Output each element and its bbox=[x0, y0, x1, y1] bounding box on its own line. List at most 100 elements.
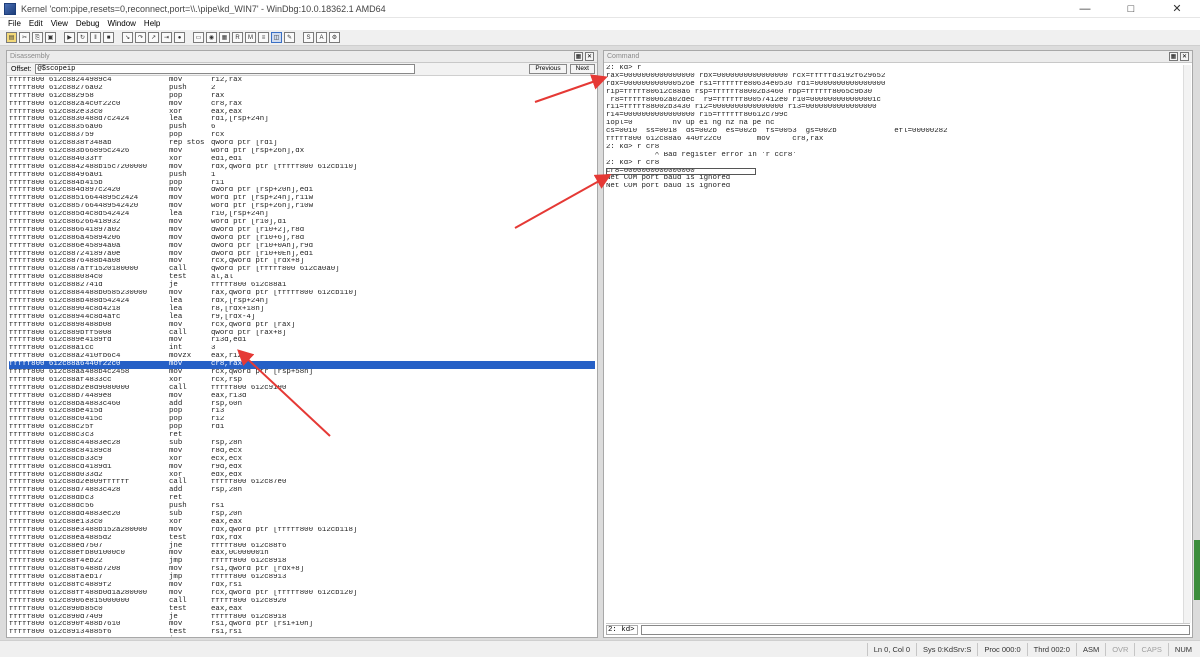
previous-button[interactable]: Previous bbox=[529, 64, 567, 74]
command-window-icon[interactable]: ▭ bbox=[193, 32, 204, 43]
disassembly-row[interactable]: fffff800`612c890d 7409 je fffff800`612c8918 bbox=[9, 613, 595, 622]
breakpoint-icon[interactable]: ● bbox=[174, 32, 185, 43]
disassembly-row[interactable]: fffff800`612c8840 33ff xor edi,edi bbox=[9, 155, 595, 164]
disassembly-row[interactable]: fffff800`612c88b2 e8d9080000 call fffff800`… bbox=[9, 384, 595, 393]
disassembly-row[interactable]: fffff800`612c88af 4833cc xor rcx,rsp bbox=[9, 376, 595, 385]
disassembly-row[interactable]: fffff800`612c8829 58 pop rax bbox=[9, 92, 595, 101]
step-out-icon[interactable]: ↗ bbox=[148, 32, 159, 43]
step-into-icon[interactable]: ↘ bbox=[122, 32, 133, 43]
disassembly-row[interactable]: fffff800`612c8906 e815000000 call fffff800`… bbox=[9, 597, 595, 606]
pane-close-icon[interactable]: ✕ bbox=[1180, 52, 1189, 61]
scratch-pad-icon[interactable]: ✎ bbox=[284, 32, 295, 43]
disassembly-row[interactable]: fffff800`612c886a 45894206 mov dword ptr [r… bbox=[9, 234, 595, 243]
menu-view[interactable]: View bbox=[47, 18, 72, 30]
step-over-icon[interactable]: ↷ bbox=[135, 32, 146, 43]
disassembly-row[interactable]: fffff800`612c8827 6a02 push 2 bbox=[9, 84, 595, 93]
disassembly-row[interactable]: fffff800`612c88e1 33c0 xor eax,eax bbox=[9, 518, 595, 527]
disassembly-row[interactable]: fffff800`612c8862 66418932 mov word ptr [r1… bbox=[9, 218, 595, 227]
disassembly-row[interactable]: fffff800`612c8849 6a01 push 1 bbox=[9, 171, 595, 180]
pane-close-icon[interactable]: ✕ bbox=[585, 52, 594, 61]
menu-help[interactable]: Help bbox=[140, 18, 164, 30]
disassembly-row[interactable]: fffff800`612c8880 84c0 test al,al bbox=[9, 273, 595, 282]
disassembly-row[interactable]: fffff800`612c8876 488b4a08 mov rcx,qword pt… bbox=[9, 258, 595, 266]
break-icon[interactable]: ‖ bbox=[90, 32, 101, 43]
disassembly-row[interactable]: fffff800`612c886e 45894a0a mov dword ptr [r… bbox=[9, 242, 595, 251]
disassembly-row[interactable]: fffff800`612c8824 4989c4 mov r12,rax bbox=[9, 77, 595, 85]
disassembly-row[interactable]: fffff800`612c889b ff5008 call qword ptr [ra… bbox=[9, 329, 595, 338]
disassembly-row[interactable]: fffff800`612c8884 488b0585230000 mov rax,qw… bbox=[9, 289, 595, 298]
menu-debug[interactable]: Debug bbox=[72, 18, 104, 30]
paste-icon[interactable]: ▣ bbox=[45, 32, 56, 43]
disassembly-icon[interactable]: ◫ bbox=[271, 32, 282, 43]
disassembly-row[interactable]: fffff800`612c890f 488b7610 mov rsi,qword pt… bbox=[9, 621, 595, 629]
disassembly-row[interactable]: fffff800`612c884b 415b pop r11 bbox=[9, 179, 595, 188]
disassembly-row[interactable]: fffff800`612c882e 33c0 xor eax,eax bbox=[9, 108, 595, 117]
disassembly-row[interactable]: fffff800`612c88e3 488b152a280000 mov rdx,qw… bbox=[9, 526, 595, 535]
disassembly-row[interactable]: fffff800`612c885d 4c8d542424 lea r10,[rsp+2… bbox=[9, 210, 595, 219]
close-icon[interactable]: ✕ bbox=[1154, 0, 1200, 18]
menu-window[interactable]: Window bbox=[103, 18, 139, 30]
disassembly-row[interactable]: fffff800`612c88c0 415c pop r12 bbox=[9, 415, 595, 424]
disassembly-row[interactable]: fffff800`612c88b7 4489e8 mov eax,r13d bbox=[9, 392, 595, 401]
disassembly-row[interactable]: fffff800`612c888b 488d542424 lea rdx,[rsp+2… bbox=[9, 297, 595, 306]
disassembly-row[interactable]: fffff800`612c8894 4c8d4afc lea r9,[rdx-4] bbox=[9, 313, 595, 322]
font-icon[interactable]: A bbox=[316, 32, 327, 43]
disassembly-row[interactable]: fffff800`612c88db c3 ret bbox=[9, 494, 595, 503]
disassembly-row[interactable]: fffff800`612c88c8 4189c8 mov r8d,ecx bbox=[9, 447, 595, 456]
disassembly-row[interactable]: fffff800`612c889e 4189fd mov r13d,edi bbox=[9, 336, 595, 345]
menu-file[interactable]: File bbox=[4, 18, 25, 30]
next-button[interactable]: Next bbox=[569, 64, 595, 74]
disassembly-row[interactable]: fffff800`612c8830 488d7c2424 lea rdi,[rsp+2… bbox=[9, 116, 595, 124]
disassembly-row[interactable]: fffff800`612c88ed 7507 jne fffff800`612c88f… bbox=[9, 542, 595, 551]
disassembly-row[interactable]: fffff800`612c8866 41897a02 mov dword ptr [r… bbox=[9, 226, 595, 235]
command-scrollbar[interactable] bbox=[1183, 65, 1191, 623]
disassembly-row[interactable]: fffff800`612c88fc 4889f2 mov rdx,rsi bbox=[9, 581, 595, 590]
disassembly-row[interactable]: fffff800`612c88c2 5f pop rdi bbox=[9, 423, 595, 432]
disassembly-row[interactable]: fffff800`612c8913 4885f6 test rsi,rsi bbox=[9, 628, 595, 637]
disassembly-row[interactable]: fffff800`612c88cb 33c9 xor ecx,ecx bbox=[9, 455, 595, 464]
disassembly-row[interactable]: fffff800`612c8872 41897a0e mov dword ptr [r… bbox=[9, 250, 595, 259]
offset-input[interactable]: @$scopeip bbox=[34, 64, 415, 74]
watch-icon[interactable]: ◉ bbox=[206, 32, 217, 43]
disassembly-row[interactable]: fffff800`612c88ea 4885d2 test rdx,rdx bbox=[9, 534, 595, 543]
disassembly-row[interactable]: fffff800`612c887a ff1520180000 call qword p… bbox=[9, 265, 595, 274]
cut-icon[interactable]: ✂ bbox=[19, 32, 30, 43]
disassembly-row[interactable]: fffff800`612c88f6 488b7208 mov rsi,qword pt… bbox=[9, 565, 595, 574]
disassembly-row[interactable]: fffff800`612c88d0 33d2 xor edx,edx bbox=[9, 471, 595, 480]
disassembly-row[interactable]: fffff800`612c88c4 4883ec28 sub rsp,28h bbox=[9, 439, 595, 448]
disassembly-row[interactable]: fffff800`612c8851 6644895c2424 mov word ptr… bbox=[9, 194, 595, 203]
maximize-icon[interactable]: □ bbox=[1108, 0, 1154, 18]
open-icon[interactable]: ▤ bbox=[6, 32, 17, 43]
disassembly-row[interactable]: fffff800`612c88a2 410fb6c4 movzx eax,r12b bbox=[9, 352, 595, 361]
stop-icon[interactable]: ■ bbox=[103, 32, 114, 43]
dock-icon[interactable]: ▦ bbox=[574, 52, 583, 61]
disassembly-row[interactable]: fffff800`612c88be 415d pop r13 bbox=[9, 408, 595, 416]
disassembly-row[interactable]: fffff800`612c8842 488b15c7200000 mov rdx,qw… bbox=[9, 163, 595, 172]
minimize-icon[interactable]: — bbox=[1062, 0, 1108, 18]
locals-icon[interactable]: ▦ bbox=[219, 32, 230, 43]
disassembly-row[interactable]: fffff800`612c8835 6a06 push 6 bbox=[9, 123, 595, 132]
disassembly-row[interactable]: fffff800`612c8882 741d je fffff800`612c88a1 bbox=[9, 281, 595, 290]
disassembly-row[interactable]: fffff800`612c882a 4c0f22c0 mov cr8,rax bbox=[9, 100, 595, 109]
disassembly-row[interactable]: fffff800`612c88f4 eb22 jmp fffff800`612c891… bbox=[9, 557, 595, 566]
disassembly-row[interactable]: fffff800`612c88ef b801000c0 mov eax,0C00000… bbox=[9, 550, 595, 558]
disassembly-row[interactable]: fffff800`612c8838 f348ab rep stos qword ptr… bbox=[9, 139, 595, 148]
disassembly-row[interactable]: fffff800`612c88a1 cc int 3 bbox=[9, 344, 595, 353]
disassembly-row[interactable]: fffff800`612c88dd 4883ec20 sub rsp,20h bbox=[9, 510, 595, 519]
disassembly-row[interactable]: fffff800`612c883b 66895c2426 mov word ptr [… bbox=[9, 147, 595, 156]
disassembly-row[interactable]: fffff800`612c8890 4c8d4218 lea r8,[rdx+18h] bbox=[9, 305, 595, 314]
copy-icon[interactable]: ⎘ bbox=[32, 32, 43, 43]
disassembly-row[interactable]: fffff800`612c8837 59 pop rcx bbox=[9, 131, 595, 140]
source-mode-icon[interactable]: S bbox=[303, 32, 314, 43]
run-to-cursor-icon[interactable]: ⇥ bbox=[161, 32, 172, 43]
restart-icon[interactable]: ↻ bbox=[77, 32, 88, 43]
registers-icon[interactable]: R bbox=[232, 32, 243, 43]
dock-icon[interactable]: ▦ bbox=[1169, 52, 1178, 61]
disassembly-row[interactable]: fffff800`612c88d2 e809ffffff call fffff800`… bbox=[9, 479, 595, 487]
disassembly-row[interactable]: fffff800`612c88ba 4883c460 add rsp,60h bbox=[9, 400, 595, 409]
disassembly-row[interactable]: fffff800`612c88aa 488b4c2458 mov rcx,qword … bbox=[9, 368, 595, 377]
disassembly-row[interactable]: fffff800`612c88dc 56 push rsi bbox=[9, 502, 595, 511]
disassembly-row[interactable]: fffff800`612c88fa eb17 jmp fffff800`612c891… bbox=[9, 573, 595, 582]
call-stack-icon[interactable]: ≡ bbox=[258, 32, 269, 43]
go-icon[interactable]: ▶ bbox=[64, 32, 75, 43]
